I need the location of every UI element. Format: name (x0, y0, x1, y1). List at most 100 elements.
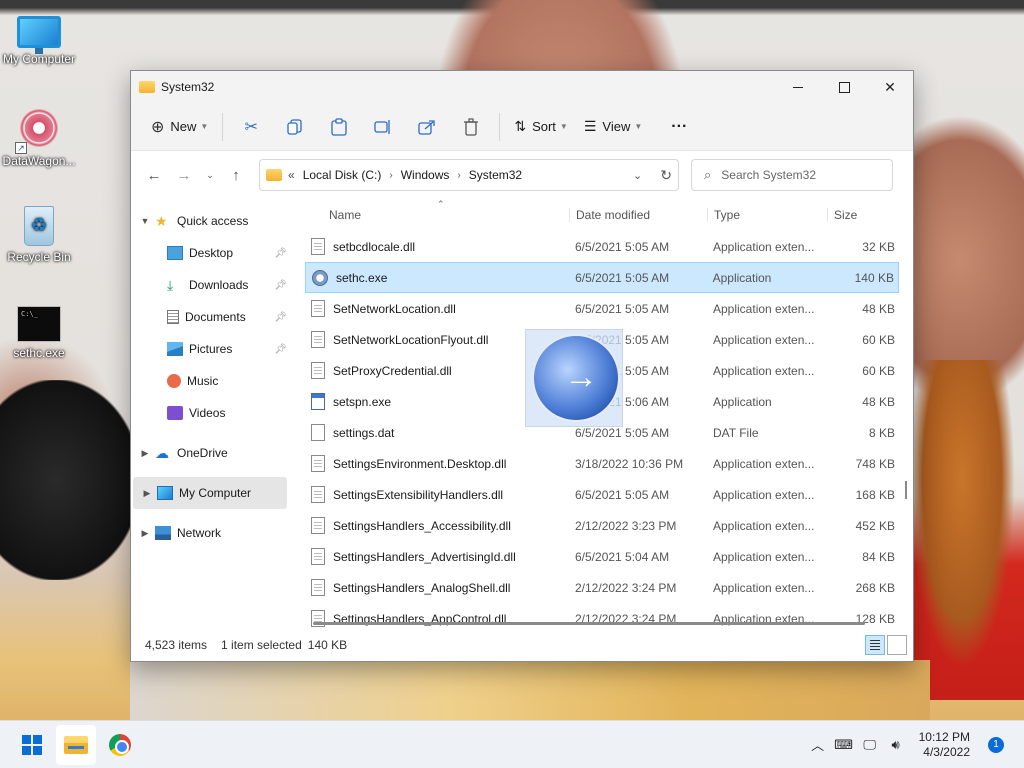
volume-icon[interactable]: 🔊︎ (885, 737, 907, 753)
maximize-button[interactable] (821, 71, 867, 103)
close-button[interactable]: ✕ (867, 71, 913, 103)
desktop-icon-sethc[interactable]: sethc.exe (0, 302, 78, 360)
system-tray: ︿ ⌨ 🖵︎ 🔊︎ 10:12 PM 4/3/2022 1 (805, 730, 1024, 760)
file-date: 2/12/2022 3:23 PM (575, 518, 677, 533)
clock[interactable]: 10:12 PM 4/3/2022 (919, 730, 970, 760)
breadcrumb-local-disk[interactable]: Local Disk (C:) (303, 168, 382, 182)
file-row[interactable]: sethc.exe 6/5/2021 5:05 AM Application 140 … (305, 262, 899, 293)
music-icon (167, 374, 181, 388)
breadcrumb-system32[interactable]: System32 (469, 168, 522, 182)
notification-badge[interactable]: 1 (988, 736, 1004, 753)
file-name-text: SettingsHandlers_AnalogShell.dll (333, 580, 511, 595)
column-headers: Name ⌃ Date modified Type Size (305, 199, 913, 231)
details-view-button[interactable] (865, 635, 885, 655)
file-name: SettingsHandlers_Accessibility.dll (305, 517, 569, 534)
tiles-view-button[interactable] (887, 635, 907, 655)
chevron-down-icon: ▼ (634, 122, 643, 131)
file-row[interactable]: SettingsHandlers_AnalogShell.dll 2/12/202… (305, 572, 899, 603)
nav-my-computer[interactable]: ▶ My Computer (133, 477, 287, 509)
nav-onedrive[interactable]: ▶ ☁ OneDrive (131, 437, 301, 469)
file-size: 48 KB (862, 301, 895, 316)
nav-label: Downloads (189, 278, 249, 292)
pictures-icon (167, 342, 183, 356)
taskbar-file-explorer[interactable] (56, 724, 96, 765)
windows-logo-icon (22, 734, 42, 755)
title-bar[interactable]: System32 ✕ (131, 71, 913, 103)
star-icon: ★ (155, 213, 168, 229)
paste-button[interactable] (323, 111, 355, 143)
column-header-name[interactable]: Name (305, 208, 569, 222)
desktop-icon-datawagon[interactable]: ↗ DataWagon... (0, 106, 78, 168)
horizontal-scrollbar[interactable] (313, 622, 865, 625)
refresh-icon[interactable]: ↻ (660, 167, 672, 184)
file-row[interactable]: SetNetworkLocation.dll 6/5/2021 5:05 AM Ap… (305, 293, 899, 324)
sort-label: Sort (532, 119, 556, 134)
copy-button[interactable] (279, 111, 311, 143)
nav-network[interactable]: ▶ Network (131, 517, 301, 549)
file-date: 6/5/2021 5:04 AM (575, 549, 670, 564)
file-row[interactable]: setbcdlocale.dll 6/5/2021 5:05 AM Applicat… (305, 231, 899, 262)
file-size: 60 KB (862, 332, 895, 347)
nav-documents[interactable]: Documents 📌︎ (131, 301, 301, 333)
taskbar-chrome[interactable] (100, 725, 140, 765)
chevron-right-icon[interactable]: ▶ (137, 488, 157, 499)
file-row[interactable]: SettingsHandlers_Accessibility.dll 2/12/2… (305, 510, 899, 541)
file-row[interactable]: SettingsHandlers_AdvertisingId.dll 6/5/20… (305, 541, 899, 572)
desktop-icon-my-computer[interactable]: My Computer (0, 10, 78, 66)
file-name: sethc.exe (306, 269, 569, 286)
cut-button[interactable]: ✂ (235, 111, 267, 143)
pin-icon: 📌︎ (274, 343, 287, 355)
network-status-icon[interactable]: 🖵︎ (859, 737, 881, 753)
nav-label: Desktop (189, 246, 234, 260)
nav-quick-access[interactable]: ▼ ★ Quick access (131, 205, 301, 237)
file-row[interactable]: SettingsExtensibilityHandlers.dll 6/5/202… (305, 479, 899, 510)
column-header-date[interactable]: Date modified (569, 208, 707, 222)
nav-downloads[interactable]: ⤓ Downloads 📌︎ (131, 269, 301, 301)
view-button[interactable]: ☰ View ▼ (576, 111, 650, 143)
address-overflow[interactable]: « (288, 168, 295, 182)
toolbar-divider (499, 112, 501, 141)
view-toggles (863, 635, 907, 655)
file-size: 60 KB (862, 363, 895, 378)
vertical-scrollbar[interactable] (905, 481, 907, 499)
navigation-pane: ▼ ★ Quick access Desktop 📌︎ ⤓ Downloads … (131, 199, 301, 629)
recycle-bin-icon (24, 206, 54, 246)
address-bar[interactable]: « Local Disk (C:) › Windows › System32 ⌄… (259, 159, 679, 191)
dll-file-icon (311, 300, 325, 317)
nav-videos[interactable]: Videos (131, 397, 301, 429)
minimize-button[interactable] (775, 71, 821, 103)
new-button[interactable]: ⊕ New ▼ (143, 111, 216, 143)
chevron-right-icon[interactable]: ▶ (135, 528, 155, 539)
file-type: Application exten... (713, 301, 815, 316)
start-button[interactable] (12, 725, 52, 765)
recent-locations-button[interactable]: ⌄ (199, 160, 221, 190)
back-button[interactable]: ← (139, 160, 169, 190)
file-name-text: SetNetworkLocation.dll (333, 301, 456, 316)
search-box[interactable]: ⌕ Search System32 (691, 159, 893, 191)
desktop-icon-recycle-bin[interactable]: Recycle Bin (0, 206, 78, 264)
sort-ascending-icon: ⌃ (437, 199, 445, 209)
chrome-icon (109, 733, 131, 756)
share-button[interactable] (411, 111, 443, 143)
sort-button[interactable]: ⇅ Sort ▼ (506, 111, 576, 143)
chevron-up-icon[interactable]: ︿ (807, 735, 829, 754)
chevron-down-icon[interactable]: ▼ (135, 216, 155, 226)
nav-music[interactable]: Music (131, 365, 301, 397)
file-row[interactable]: SettingsHandlers_AppControl.dll 2/12/2022… (305, 603, 899, 629)
more-options-button[interactable]: ··· (663, 111, 695, 143)
file-row[interactable]: SettingsEnvironment.Desktop.dll 3/18/2022… (305, 448, 899, 479)
forward-button[interactable]: → (169, 160, 199, 190)
breadcrumb-windows[interactable]: Windows (401, 168, 450, 182)
address-dropdown-icon[interactable]: ⌄ (633, 169, 642, 182)
file-name: SettingsHandlers_AdvertisingId.dll (305, 548, 569, 565)
nav-pictures[interactable]: Pictures 📌︎ (131, 333, 301, 365)
up-button[interactable]: ↑ (221, 160, 251, 190)
keyboard-icon[interactable]: ⌨ (833, 737, 855, 753)
column-header-type[interactable]: Type (707, 208, 827, 222)
column-header-size[interactable]: Size (827, 208, 899, 222)
delete-button[interactable] (455, 111, 487, 143)
chevron-right-icon[interactable]: ▶ (135, 448, 155, 459)
rename-button[interactable] (367, 111, 399, 143)
nav-desktop[interactable]: Desktop 📌︎ (131, 237, 301, 269)
file-date: 3/18/2022 10:36 PM (575, 456, 684, 471)
